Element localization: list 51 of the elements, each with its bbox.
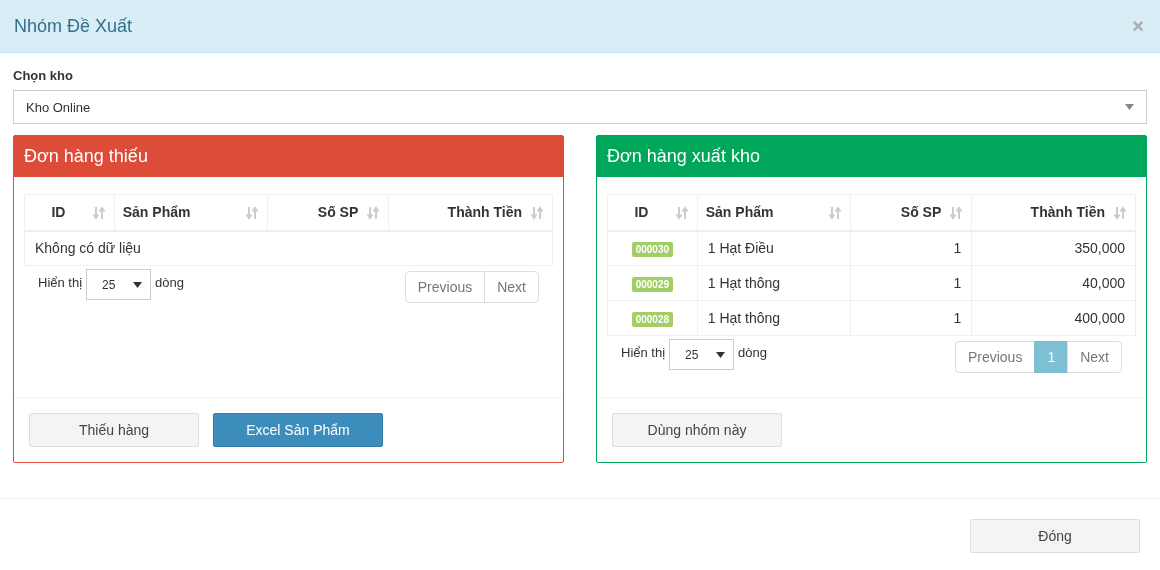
column-header[interactable]: Sản Phẩm [697, 194, 851, 231]
field-label: Chọn kho [13, 68, 74, 83]
table-cell: 350,000 [971, 230, 1136, 266]
page-button[interactable]: Previous [954, 341, 1036, 373]
column-header[interactable]: Số SP [267, 194, 389, 231]
table-cell: 1 [850, 265, 972, 301]
action-button[interactable]: Excel Sản Phẩm [213, 413, 383, 447]
column-header[interactable]: Số SP [850, 194, 972, 231]
column-header[interactable]: Thành Tiền [388, 194, 553, 231]
sort-icon [1113, 206, 1127, 220]
table-cell: 1 Hạt Điều [697, 230, 851, 266]
column-header[interactable]: Sản Phẩm [114, 194, 268, 231]
table-cell: 1 [850, 230, 972, 266]
action-button[interactable]: Thiếu hàng [29, 413, 199, 447]
sort-icon [244, 206, 259, 220]
page-button[interactable]: Next [1067, 341, 1122, 373]
column-header[interactable]: Thành Tiền [971, 194, 1136, 231]
id-badge: 000030 [631, 242, 674, 258]
length-select[interactable]: 25 [669, 339, 735, 370]
column-header[interactable]: ID [24, 194, 115, 231]
caret-icon [716, 351, 726, 358]
warehouse-select[interactable]: Kho Online [13, 90, 1147, 124]
length-select[interactable]: 25 [86, 269, 152, 300]
sort-icon [949, 206, 964, 220]
id-badge: 000028 [631, 312, 674, 327]
length-label: dòng [155, 275, 184, 290]
length-label: dòng [738, 345, 767, 360]
table-cell: 400,000 [971, 300, 1136, 336]
sort-icon [366, 206, 381, 220]
id-badge: 000029 [631, 277, 674, 292]
dialog-title: Nhóm Đề Xuất [14, 15, 133, 37]
sort-icon [530, 206, 544, 220]
panel-title: Đơn hàng xuất kho [607, 146, 760, 167]
length-label: Hiển thị [621, 345, 666, 360]
page-button[interactable]: Previous [404, 271, 486, 303]
close-dialog-button[interactable]: Đóng [970, 519, 1140, 553]
table-cell: 1 Hạt thông [697, 265, 851, 301]
table-cell: 1 [850, 300, 972, 336]
action-button[interactable]: Dùng nhóm này [612, 413, 782, 447]
panel-title: Đơn hàng thiếu [24, 146, 148, 167]
caret-icon [1125, 104, 1134, 110]
column-header[interactable]: ID [607, 194, 698, 231]
empty-cell: Không có dữ liệu [24, 230, 553, 266]
length-label: Hiển thị [38, 275, 83, 290]
table-cell: 40,000 [971, 265, 1136, 301]
page-button[interactable]: Next [484, 271, 539, 303]
sort-icon [91, 206, 106, 220]
sort-icon [674, 206, 689, 220]
table-cell: 1 Hạt thông [697, 300, 851, 336]
sort-icon [827, 206, 842, 220]
caret-icon [133, 281, 143, 288]
